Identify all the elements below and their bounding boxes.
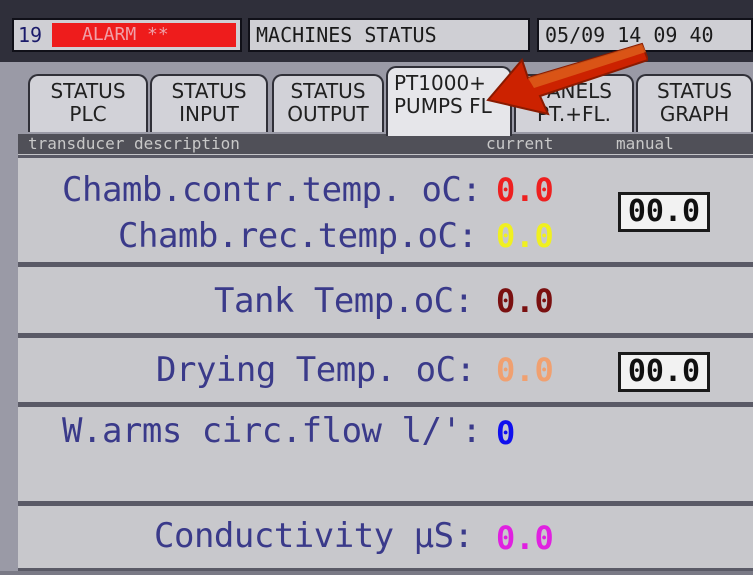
conductivity-value: 0.0 (496, 519, 554, 557)
tab-label-line1: STATUS (171, 79, 247, 103)
tank-temp-label: Tank Temp.oC: (214, 281, 474, 321)
chamb-rec-temp-label: Chamb.rec.temp.oC: (118, 216, 478, 256)
drying-temp-label: Drying Temp. oC: (156, 350, 476, 390)
header-description: transducer description (28, 134, 240, 153)
chamb-manual-input[interactable]: 00.0 (618, 192, 710, 232)
left-border (0, 134, 18, 575)
conductivity-panel: Conductivity μS: 0.0 (18, 503, 753, 571)
tab-status-input[interactable]: STATUS INPUT (150, 74, 268, 132)
bottom-border (0, 571, 753, 575)
chamb-contr-temp-label: Chamb.contr.temp. oC: (62, 170, 482, 210)
tab-label-line2: GRAPH (659, 102, 730, 126)
chamb-rec-temp-value: 0.0 (496, 217, 554, 255)
tab-label-line2: OUTPUT (287, 102, 369, 126)
alarm-number: 19 (18, 23, 43, 47)
header-manual: manual (616, 134, 674, 153)
tab-label-line1: STATUS (656, 79, 733, 103)
alarm-indicator[interactable]: 19 ALARM ** (12, 18, 242, 52)
warms-flow-value: 0 (496, 414, 516, 452)
header-current: current (486, 134, 554, 153)
tank-temp-value: 0.0 (496, 282, 554, 320)
hmi-screen: 19 ALARM ** MACHINES STATUS 05/09 14 09 … (0, 0, 753, 575)
conductivity-label: Conductivity μS: (154, 516, 474, 556)
tab-status-graph[interactable]: STATUS GRAPH (636, 74, 753, 132)
drying-manual-input[interactable]: 00.0 (618, 352, 710, 392)
column-header-row: transducer description current manual (18, 134, 753, 154)
tab-status-plc[interactable]: STATUS PLC (28, 74, 148, 132)
tab-label-line1: STATUS (290, 79, 366, 103)
drying-temp-value: 0.0 (496, 351, 554, 389)
tab-label-line1: STATUS (50, 79, 126, 103)
tab-label-line2: INPUT (179, 102, 239, 126)
chamb-contr-temp-value: 0.0 (496, 171, 554, 209)
red-arrow-icon (486, 42, 648, 116)
tank-temp-panel: Tank Temp.oC: 0.0 (18, 264, 753, 336)
chamber-temp-panel: Chamb.contr.temp. oC: 0.0 Chamb.rec.temp… (18, 155, 753, 265)
tab-status-output[interactable]: STATUS OUTPUT (272, 74, 384, 132)
tab-label-line2: PLC (69, 102, 107, 126)
alarm-flag: ALARM ** (52, 23, 236, 47)
warms-flow-label: W.arms circ.flow l/': (62, 411, 482, 451)
warms-flow-panel: W.arms circ.flow l/': 0 (18, 404, 753, 504)
drying-temp-panel: Drying Temp. oC: 0.0 00.0 (18, 335, 753, 405)
